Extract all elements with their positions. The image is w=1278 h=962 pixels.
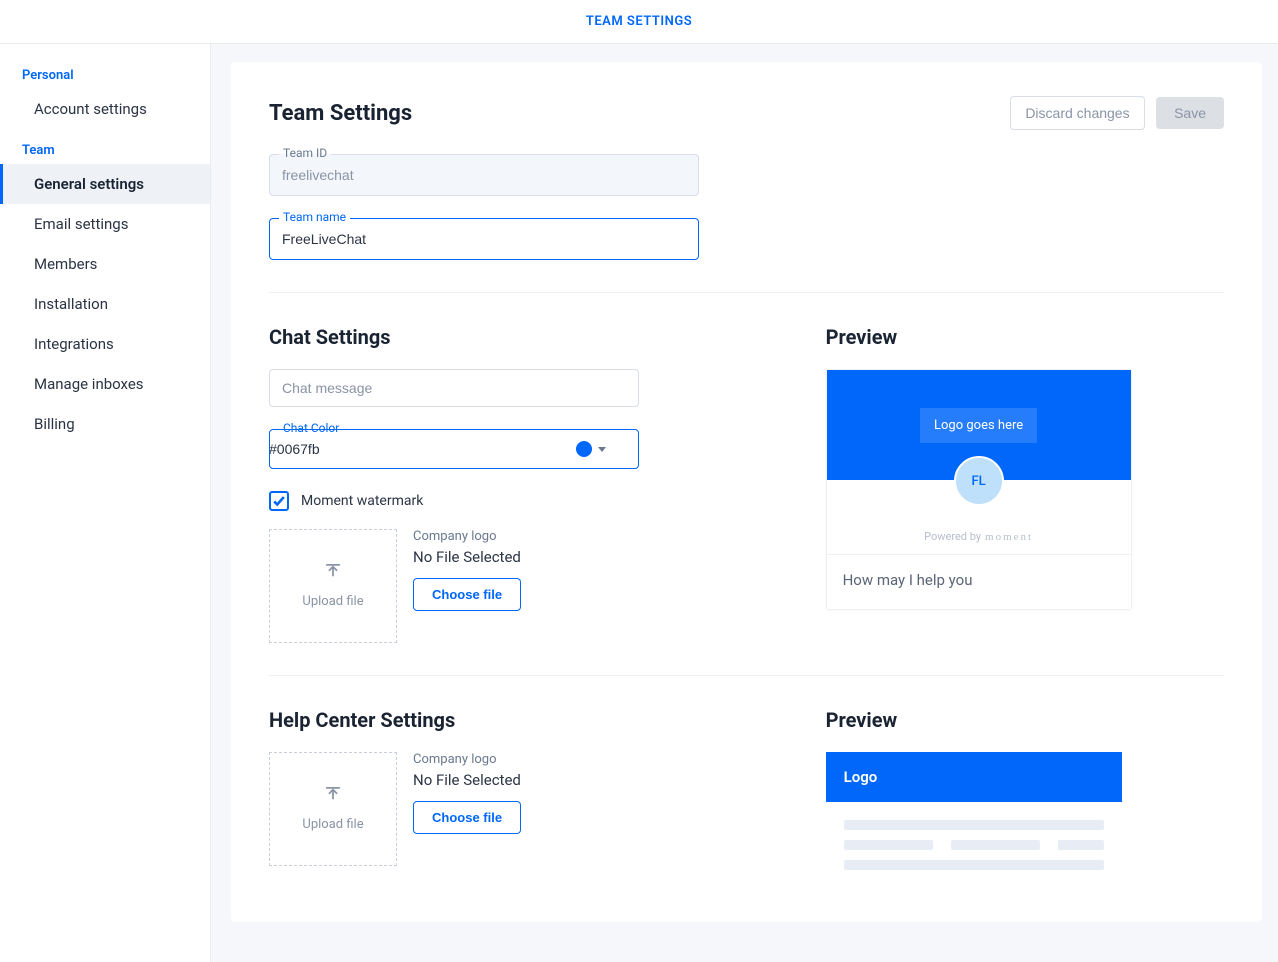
sidebar: Personal Account settings Team General s… [0,44,211,962]
sidebar-item-account-settings[interactable]: Account settings [0,89,210,129]
chat-color-value[interactable] [269,429,569,469]
chat-settings-heading: Chat Settings [269,325,766,349]
sidebar-item-members[interactable]: Members [0,244,210,284]
watermark-label: Moment watermark [301,493,423,509]
top-banner-title: TEAM SETTINGS [586,14,692,29]
upload-text: Upload file [302,817,363,832]
skeleton-line [844,820,1104,830]
upload-icon [324,564,342,580]
discard-button[interactable]: Discard changes [1010,96,1144,130]
upload-icon [324,787,342,803]
sidebar-item-integrations[interactable]: Integrations [0,324,210,364]
preview-avatar: FL [954,456,1004,506]
top-banner: TEAM SETTINGS [0,0,1278,44]
skeleton-line [951,840,1040,850]
team-name-label: Team name [279,210,350,224]
preview-header: Logo goes here FL [827,370,1131,480]
skeleton-line [844,860,1104,870]
preview-prompt: How may I help you [827,554,1131,609]
sidebar-item-email-settings[interactable]: Email settings [0,204,210,244]
sidebar-item-installation[interactable]: Installation [0,284,210,324]
chat-color-label: Chat Color [279,421,343,435]
skeleton-line [844,840,933,850]
hc-logo-upload-dropzone[interactable]: Upload file [269,752,397,866]
brand-wordmark: moment [985,531,1033,543]
preview-heading: Preview [826,325,1224,349]
chevron-down-icon [598,447,606,452]
sidebar-item-manage-inboxes[interactable]: Manage inboxes [0,364,210,404]
page-title: Team Settings [269,101,412,126]
hc-preview-card: Logo [826,752,1122,888]
logo-upload-dropzone[interactable]: Upload file [269,529,397,643]
team-id-input [269,154,699,196]
hc-company-logo-label: Company logo [413,752,521,767]
chat-color-field: Chat Color [269,429,639,469]
company-logo-filename: No File Selected [413,548,521,566]
settings-panel: Team Settings Discard changes Save Team … [231,62,1262,922]
sidebar-item-general-settings[interactable]: General settings [0,164,210,204]
sidebar-item-billing[interactable]: Billing [0,404,210,444]
hc-company-logo-filename: No File Selected [413,771,521,789]
chat-preview-card: Logo goes here FL Powered by moment How … [826,369,1132,610]
sidebar-group-team[interactable]: Team [0,137,210,164]
hc-preview-body [826,802,1122,888]
skeleton-line [1058,840,1104,850]
hc-preview-heading: Preview [826,708,1224,732]
divider [269,292,1224,293]
preview-logo-placeholder: Logo goes here [920,408,1037,443]
team-name-field: Team name [269,218,699,260]
check-icon [272,494,286,508]
sidebar-group-personal[interactable]: Personal [0,62,210,89]
team-id-field: Team ID [269,154,699,196]
choose-file-button[interactable]: Choose file [413,578,521,611]
team-id-label: Team ID [279,146,331,160]
hc-choose-file-button[interactable]: Choose file [413,801,521,834]
company-logo-label: Company logo [413,529,521,544]
chat-color-picker[interactable] [569,441,613,457]
help-center-heading: Help Center Settings [269,708,766,732]
watermark-checkbox[interactable] [269,491,289,511]
team-name-input[interactable] [269,218,699,260]
hc-preview-logo: Logo [826,752,1122,802]
upload-text: Upload file [302,594,363,609]
save-button[interactable]: Save [1156,97,1224,129]
powered-by: Powered by moment [924,530,1033,543]
divider [269,675,1224,676]
color-swatch-icon [576,441,592,457]
chat-message-input[interactable] [269,369,639,407]
